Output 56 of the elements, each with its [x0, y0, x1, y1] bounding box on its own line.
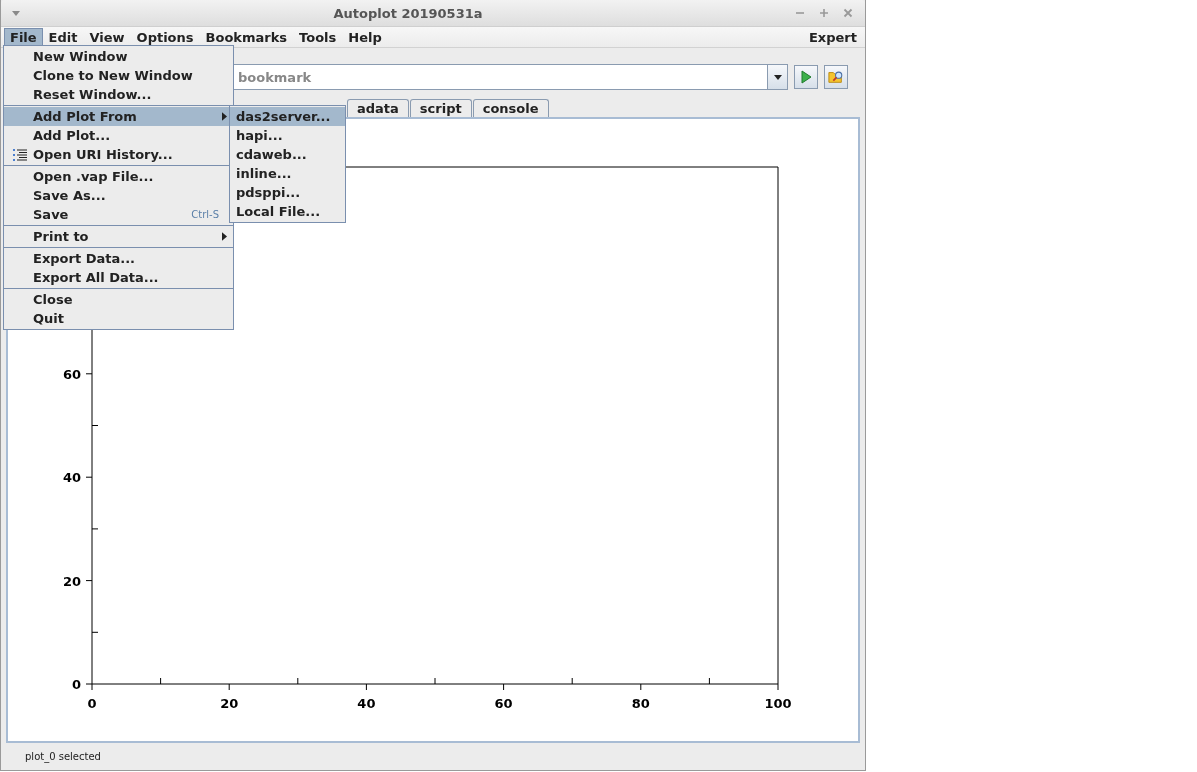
- menu-item[interactable]: Bookmarks: [199, 27, 294, 47]
- menu-item[interactable]: Help: [342, 27, 388, 47]
- tick-label: 0: [71, 677, 81, 692]
- window-title: Autoplot 20190531a: [333, 5, 483, 21]
- menu-item[interactable]: Options: [130, 27, 200, 47]
- submenu-arrow-icon: [222, 232, 227, 241]
- menu-item[interactable]: Save As...: [4, 186, 233, 205]
- tick-label: 80: [631, 696, 650, 711]
- menu-item[interactable]: View: [83, 27, 131, 47]
- tick-label: 100: [764, 696, 792, 711]
- menu-item[interactable]: Edit: [42, 27, 84, 47]
- browse-button[interactable]: [824, 65, 848, 89]
- tab[interactable]: script: [409, 99, 472, 117]
- tick-label: 20: [62, 573, 81, 589]
- menu-item[interactable]: Open .vap File...: [4, 167, 233, 186]
- shortcut-label: Ctrl-S: [191, 209, 220, 220]
- menu-item[interactable]: Export All Data...: [4, 268, 233, 287]
- expert-label[interactable]: Expert: [809, 29, 857, 45]
- menu-item[interactable]: Print to: [4, 227, 233, 246]
- tick-label: 40: [357, 696, 376, 711]
- menu-item[interactable]: cdaweb...: [230, 145, 345, 164]
- menu-item[interactable]: Export Data...: [4, 249, 233, 268]
- list-icon: [11, 147, 28, 162]
- menu-item[interactable]: pdsppi...: [230, 183, 345, 202]
- address-field[interactable]: bookmark: [231, 64, 768, 90]
- dropdown-button[interactable]: [768, 64, 788, 90]
- tick-label: 0: [87, 696, 97, 711]
- menu-item[interactable]: Reset Window...: [4, 85, 233, 104]
- maximize-icon[interactable]: [819, 8, 829, 18]
- menu-item[interactable]: Add Plot...: [4, 126, 233, 145]
- tick-label: 40: [62, 470, 81, 486]
- tick-label: 60: [494, 696, 513, 711]
- play-icon: [798, 69, 814, 85]
- menu-item[interactable]: inline...: [230, 164, 345, 183]
- submenu-arrow-icon: [222, 112, 227, 121]
- close-icon[interactable]: [843, 8, 853, 18]
- menu-item[interactable]: Open URI History...: [4, 145, 233, 164]
- menu-item[interactable]: Save Ctrl-S: [4, 205, 233, 224]
- menu-item[interactable]: Clone to New Window: [4, 66, 233, 85]
- caret-icon: [772, 72, 783, 82]
- menu-item[interactable]: Quit: [4, 309, 233, 328]
- menu-item[interactable]: Close: [4, 290, 233, 309]
- menu-item[interactable]: Tools: [293, 27, 343, 47]
- status-text: plot_0 selected: [25, 751, 101, 762]
- menu-item[interactable]: New Window: [4, 47, 233, 66]
- folder-search-icon: [828, 69, 844, 85]
- tick-label: 60: [62, 366, 81, 382]
- menu-item[interactable]: das2server...: [230, 107, 345, 126]
- window-menu-icon[interactable]: [11, 8, 21, 18]
- tab[interactable]: adata: [347, 99, 409, 117]
- menu-item[interactable]: Local File...: [230, 202, 345, 221]
- tick-label: 20: [220, 696, 239, 711]
- go-button[interactable]: [794, 65, 818, 89]
- menu-item[interactable]: File: [4, 27, 43, 47]
- menu-item[interactable]: hapi...: [230, 126, 345, 145]
- tab[interactable]: console: [472, 99, 549, 117]
